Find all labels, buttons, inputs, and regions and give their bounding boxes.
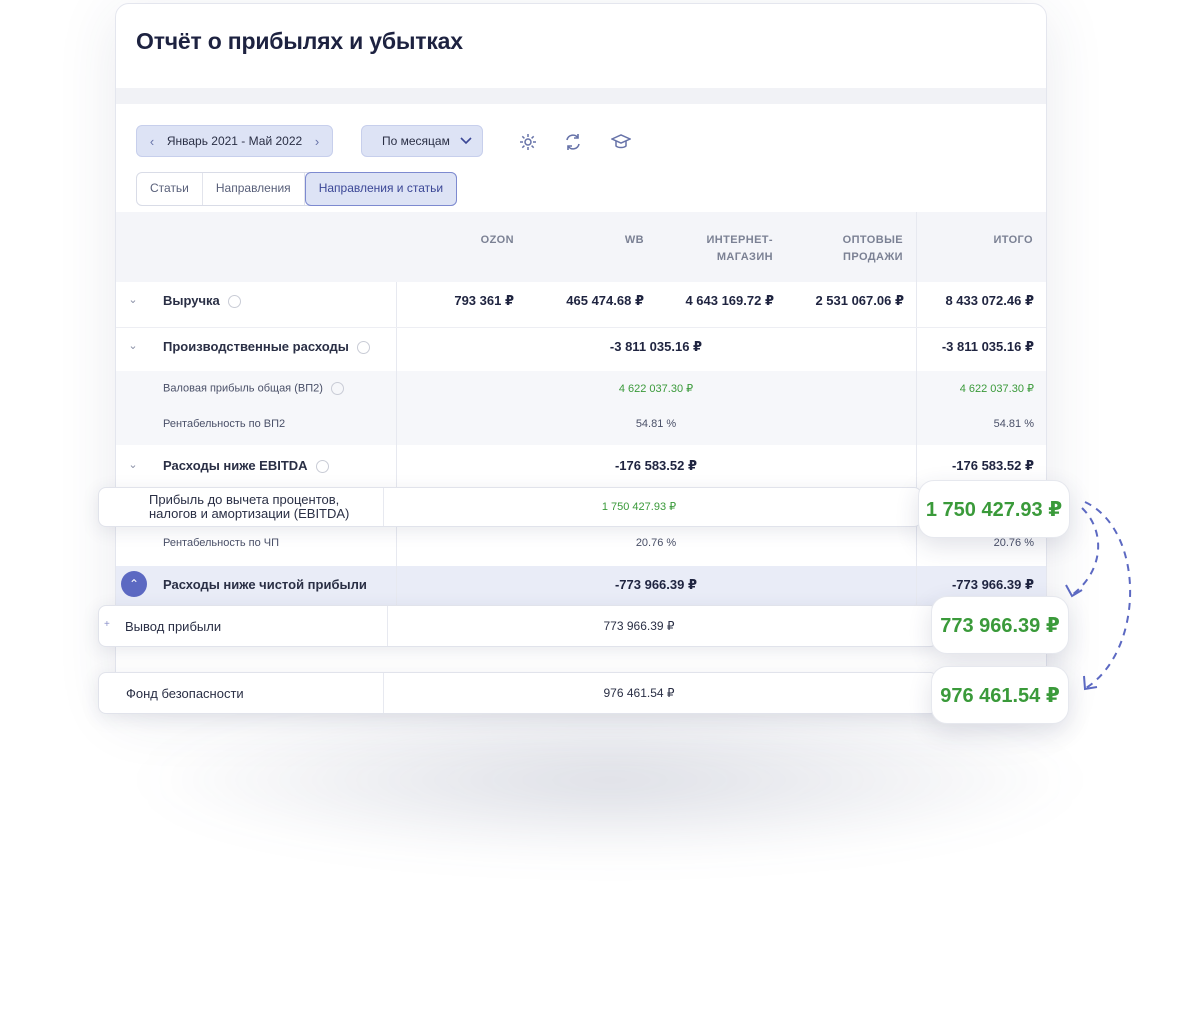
cell-total: -3 811 035.16 ₽ xyxy=(941,339,1034,354)
help-icon[interactable] xyxy=(330,382,344,395)
ebitda-total-badge: 1 750 427.93 ₽ xyxy=(918,480,1070,538)
date-range-label: Январь 2021 - Май 2022 xyxy=(166,134,303,148)
cell-divider xyxy=(383,673,384,713)
page-title: Отчёт о прибылях и убытках xyxy=(136,28,463,54)
cell-ozon: 793 361 ₽ xyxy=(454,293,514,308)
withdrawal-total-badge: 773 966.39 ₽ xyxy=(931,596,1069,654)
tab-directions[interactable]: Направления xyxy=(203,173,305,205)
cell-merged: -176 583.52 ₽ xyxy=(614,458,698,473)
column-header-internet-line2: МАГАЗИН xyxy=(716,251,773,263)
row-label: Валовая прибыль общая (ВП2) xyxy=(163,382,323,395)
column-header-total: ИТОГО xyxy=(993,234,1033,246)
cell-total: 54.81 % xyxy=(993,418,1034,430)
chevron-down-icon[interactable]: ⌄ xyxy=(126,339,140,353)
withdrawal-label: Вывод прибыли xyxy=(125,619,222,634)
row-label: Рентабельность по ЧП xyxy=(163,537,280,549)
chevron-up-icon[interactable]: ⌃ xyxy=(121,571,147,597)
cell-internet: 4 643 169.72 ₽ xyxy=(685,293,774,308)
column-header-internet-store: ИНТЕРНЕТ- МАГАЗИН xyxy=(676,232,773,266)
cell-total: 8 433 072.46 ₽ xyxy=(945,293,1034,308)
cell-total: -773 966.39 ₽ xyxy=(951,577,1034,592)
total-column-divider xyxy=(916,212,917,612)
chevron-right-icon[interactable]: › xyxy=(310,134,324,149)
cell-merged: 20.76 % xyxy=(635,537,677,549)
refresh-icon[interactable] xyxy=(563,132,583,152)
date-range-picker[interactable]: ‹ Январь 2021 - Май 2022 › xyxy=(136,125,333,157)
cell-divider xyxy=(387,606,388,646)
title-divider xyxy=(116,88,1046,104)
withdrawal-highlight-row[interactable]: + Вывод прибыли 773 966.39 ₽ xyxy=(98,605,938,647)
ebitda-label-line1: Прибыль до вычета процентов, xyxy=(149,492,340,507)
safety-fund-value: 976 461.54 ₽ xyxy=(603,686,675,700)
withdrawal-value: 773 966.39 ₽ xyxy=(603,619,675,633)
cell-merged: 54.81 % xyxy=(635,418,677,430)
ebitda-label: Прибыль до вычета процентов, налогов и а… xyxy=(149,493,349,521)
column-header-internet-line1: ИНТЕРНЕТ- xyxy=(706,234,773,246)
table-header: OZON WB ИНТЕРНЕТ- МАГАЗИН ОПТОВЫЕ ПРОДАЖ… xyxy=(116,212,1046,282)
view-tabs: Статьи Направления Направления и статьи xyxy=(136,172,458,206)
ebitda-label-line2: налогов и амортизации (EBITDA) xyxy=(149,506,350,521)
help-icon[interactable] xyxy=(315,460,329,474)
row-label: Расходы ниже чистой прибыли xyxy=(163,577,367,592)
row-label: Расходы ниже EBITDA xyxy=(163,458,308,473)
period-select-label: По месяцам xyxy=(382,134,450,148)
chevron-left-icon[interactable]: ‹ xyxy=(145,134,159,149)
row-label: Рентабельность по ВП2 xyxy=(163,418,286,430)
column-header-wholesale-line1: ОПТОВЫЕ xyxy=(842,234,903,246)
background-shadow xyxy=(130,700,1090,860)
help-icon[interactable] xyxy=(356,341,370,355)
report-card: Отчёт о прибылях и убытках ‹ Январь 2021… xyxy=(115,3,1047,705)
cell-divider xyxy=(383,488,384,526)
tab-articles[interactable]: Статьи xyxy=(137,173,203,205)
period-select[interactable]: По месяцам xyxy=(361,125,483,157)
chevron-down-icon[interactable]: ⌄ xyxy=(126,458,140,472)
ebitda-highlight-row[interactable]: Прибыль до вычета процентов, налогов и а… xyxy=(98,487,922,527)
chevron-down-icon[interactable]: ⌄ xyxy=(126,293,140,307)
cell-total: 20.76 % xyxy=(993,537,1034,549)
name-column-divider xyxy=(396,282,397,612)
column-header-ozon: OZON xyxy=(480,234,514,246)
cell-merged: -773 966.39 ₽ xyxy=(614,577,698,592)
cell-total: 4 622 037.30 ₽ xyxy=(959,383,1034,395)
safety-fund-label: Фонд безопасности xyxy=(126,686,244,701)
chevron-down-icon xyxy=(460,134,472,148)
ebitda-value: 1 750 427.93 ₽ xyxy=(601,501,677,513)
row-divider xyxy=(116,327,1046,328)
safety-fund-total-badge: 976 461.54 ₽ xyxy=(931,666,1069,724)
tab-directions-and-articles[interactable]: Направления и статьи xyxy=(304,172,458,206)
cell-merged: -3 811 035.16 ₽ xyxy=(609,339,703,354)
help-icon[interactable] xyxy=(227,295,241,309)
education-icon[interactable] xyxy=(610,132,632,152)
settings-icon[interactable] xyxy=(518,132,538,152)
cell-merged: 4 622 037.30 ₽ xyxy=(618,383,694,395)
column-header-wholesale: ОПТОВЫЕ ПРОДАЖИ xyxy=(816,232,903,266)
plus-icon[interactable]: + xyxy=(104,619,110,630)
row-label: Выручка xyxy=(163,293,220,308)
column-header-wholesale-line2: ПРОДАЖИ xyxy=(843,251,903,263)
flow-arrows-icon xyxy=(1065,501,1131,691)
row-label: Производственные расходы xyxy=(163,339,349,354)
safety-fund-highlight-row[interactable]: Фонд безопасности 976 461.54 ₽ xyxy=(98,672,938,714)
cell-wholesale: 2 531 067.06 ₽ xyxy=(815,293,904,308)
cell-total: -176 583.52 ₽ xyxy=(951,458,1034,473)
cell-wb: 465 474.68 ₽ xyxy=(566,293,644,308)
column-header-wb: WB xyxy=(624,234,644,246)
